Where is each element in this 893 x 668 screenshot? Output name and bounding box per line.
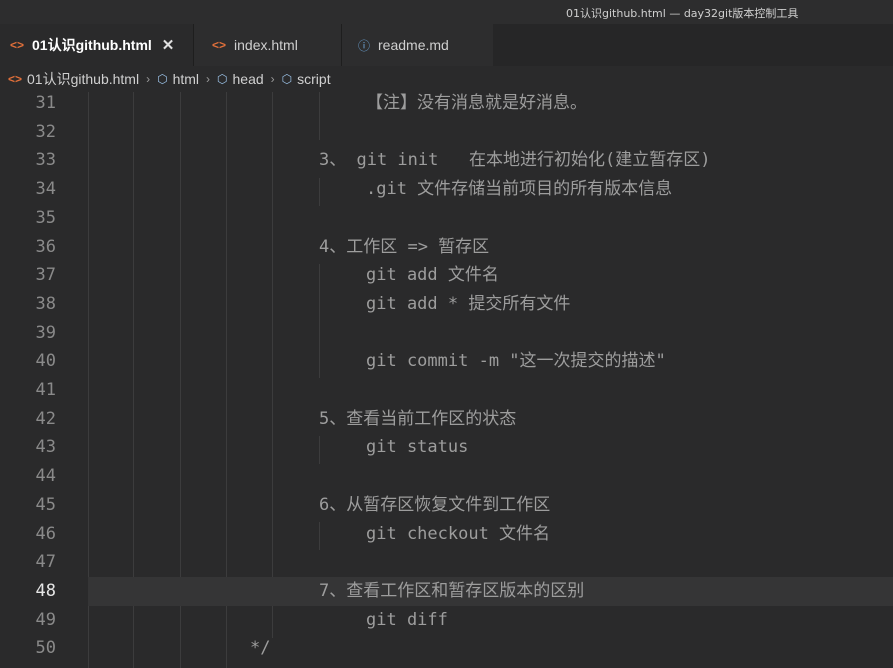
code-text: 【注】没有消息就是好消息。 <box>366 93 587 113</box>
line-number: 38 <box>35 293 56 314</box>
code-text: 5、查看当前工作区的状态 <box>319 408 517 429</box>
window-title: 01认识github.html — day32git版本控制工具 <box>566 7 799 20</box>
code-line: 32 <box>0 118 893 147</box>
code-line: 41 <box>0 376 893 405</box>
code-line: 40 git commit -m "这一次提交的描述" <box>0 347 893 376</box>
code-line: 35 <box>0 204 893 233</box>
code-text: 7、查看工作区和暂存区版本的区别 <box>319 580 585 601</box>
code-line-current: 48 7、查看工作区和暂存区版本的区别 <box>0 577 893 606</box>
tab-01github-html[interactable]: <> 01认识github.html ✕ <box>0 24 193 66</box>
code-line: 50 */ <box>0 634 893 663</box>
code-text: git status <box>366 437 469 458</box>
html-code-icon: <> <box>8 72 23 86</box>
code-line: 44 <box>0 462 893 491</box>
code-line: 46 git checkout 文件名 <box>0 520 893 549</box>
chevron-right-icon: › <box>270 72 275 86</box>
cube-icon: ⬡ <box>281 72 293 86</box>
line-number: 50 <box>35 638 56 659</box>
code-editor[interactable]: 31 【注】没有消息就是好消息。 32 33 3、 git init 在本地进行… <box>0 92 893 668</box>
line-number: 33 <box>35 150 56 171</box>
tab-label: index.html <box>234 37 298 53</box>
html-code-icon: <> <box>212 38 227 52</box>
line-number: 41 <box>35 380 56 400</box>
code-line: 49 git diff <box>0 606 893 635</box>
line-number: 45 <box>35 494 56 515</box>
code-line: 45 6、从暂存区恢复文件到工作区 <box>0 491 893 520</box>
line-number: 39 <box>35 322 56 343</box>
cube-icon: ⬡ <box>157 72 168 86</box>
html-code-icon: <> <box>10 38 25 52</box>
code-line: 37 git add 文件名 <box>0 261 893 290</box>
breadcrumb-item-file[interactable]: <> 01认识github.html <box>8 69 139 89</box>
code-text: 6、从暂存区恢复文件到工作区 <box>319 494 551 515</box>
code-text: 4、工作区 => 暂存区 <box>319 236 490 257</box>
code-text: git add 文件名 <box>366 265 499 286</box>
line-number: 46 <box>35 523 56 544</box>
line-number: 36 <box>35 236 56 257</box>
code-text: */ <box>250 638 271 659</box>
line-number: 47 <box>35 552 56 573</box>
code-line: 47 <box>0 548 893 577</box>
code-text: git checkout 文件名 <box>366 523 551 544</box>
title-bar: 01认识github.html — day32git版本控制工具 <box>0 0 893 24</box>
code-line: 42 5、查看当前工作区的状态 <box>0 405 893 434</box>
code-line: 34 .git 文件存储当前项目的所有版本信息 <box>0 175 893 204</box>
breadcrumb-item-head[interactable]: ⬡ head <box>217 71 264 87</box>
line-number: 49 <box>35 609 56 630</box>
code-text: git commit -m "这一次提交的描述" <box>366 351 666 372</box>
line-number: 34 <box>35 179 56 200</box>
breadcrumb-label: head <box>232 71 264 87</box>
code-line: 36 4、工作区 => 暂存区 <box>0 233 893 262</box>
info-icon: ⓘ <box>358 38 371 53</box>
breadcrumb-item-html[interactable]: ⬡ html <box>157 71 199 87</box>
code-line: 31 【注】没有消息就是好消息。 <box>0 92 893 118</box>
code-text: 3、 git init 在本地进行初始化(建立暂存区) <box>319 150 711 171</box>
code-line: 33 3、 git init 在本地进行初始化(建立暂存区) <box>0 146 893 175</box>
close-icon[interactable]: ✕ <box>162 36 175 54</box>
line-number: 48 <box>35 580 56 601</box>
breadcrumb-item-script[interactable]: ⬡ script <box>282 71 331 87</box>
code-line: 43 git status <box>0 433 893 462</box>
tab-label: 01认识github.html <box>32 37 152 53</box>
tab-readme-md[interactable]: ⓘ readme.md <box>341 24 493 66</box>
line-number: 42 <box>35 408 56 429</box>
line-number: 40 <box>35 351 56 372</box>
code-line: 38 git add * 提交所有文件 <box>0 290 893 319</box>
chevron-right-icon: › <box>206 72 211 86</box>
line-number: 31 <box>35 93 56 113</box>
line-number: 35 <box>35 207 56 228</box>
chevron-right-icon: › <box>146 72 151 86</box>
cube-icon: ⬡ <box>217 72 228 86</box>
breadcrumb-label: script <box>297 71 331 87</box>
line-number: 44 <box>35 466 56 487</box>
tab-bar: <> 01认识github.html ✕ <> index.html ⓘ rea… <box>0 24 893 66</box>
code-text: git add * 提交所有文件 <box>366 293 571 314</box>
breadcrumb-label: html <box>172 71 200 87</box>
breadcrumb-label: 01认识github.html <box>27 71 140 87</box>
line-number: 43 <box>35 437 56 458</box>
code-line: 39 <box>0 319 893 348</box>
tab-label: readme.md <box>378 37 449 53</box>
tab-index-html[interactable]: <> index.html <box>193 24 341 66</box>
code-text: git diff <box>366 609 448 630</box>
breadcrumb: <> 01认识github.html › ⬡ html › ⬡ head › ⬡… <box>0 66 893 92</box>
line-number: 32 <box>35 121 56 142</box>
line-number: 37 <box>35 265 56 286</box>
code-text: .git 文件存储当前项目的所有版本信息 <box>366 179 673 200</box>
